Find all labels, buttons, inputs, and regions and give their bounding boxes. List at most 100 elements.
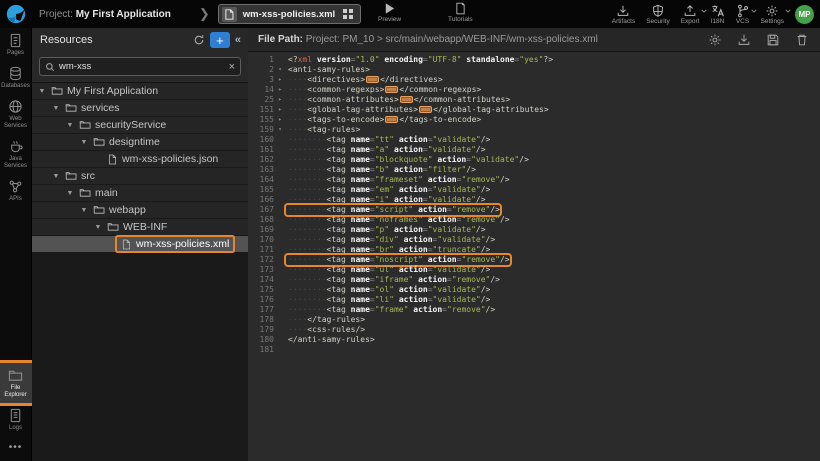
code-line-161[interactable]: 161········<tag name="a" action="validat… [248,145,820,155]
topbar-action-settings[interactable]: Settings [761,4,785,25]
play-icon [383,2,396,15]
expand-arrow-icon[interactable]: ▼ [79,207,89,214]
sidebar-item-apis[interactable]: APIs [0,174,32,207]
code-line-181[interactable]: 181 [248,345,820,355]
fold-gutter-icon[interactable]: ▾ [274,125,286,135]
code-line-25[interactable]: 25▸····<common-attributes></common-attri… [248,95,820,105]
tab-grid-icon[interactable] [343,9,353,19]
code-text: ····<common-regexps></common-regexps> [286,85,481,95]
sidebar-item-pages[interactable]: Pages [0,28,32,61]
code-line-3[interactable]: 3▸····<directives></directives> [248,75,820,85]
code-line-173[interactable]: 173········<tag name="ul" action="valida… [248,265,820,275]
code-line-14[interactable]: 14▸····<common-regexps></common-regexps> [248,85,820,95]
tree-item-securityservice[interactable]: ▼ securityService [32,117,248,134]
code-line-168[interactable]: 168········<tag name="noframes" action="… [248,215,820,225]
expand-arrow-icon[interactable]: ▼ [65,122,75,129]
topbar-action-tutorials[interactable]: Tutorials [448,2,473,23]
tree-item-wm-xss-policies-xml[interactable]: wm-xss-policies.xml [32,236,248,253]
sidebar-item-web-services[interactable]: Web Services [0,94,32,134]
tree-item-my-first-application[interactable]: ▼ My First Application [32,83,248,100]
code-line-177[interactable]: 177········<tag name="frame" action="rem… [248,305,820,315]
tree-item-src[interactable]: ▼ src [32,168,248,185]
code-line-175[interactable]: 175········<tag name="ol" action="valida… [248,285,820,295]
clear-search-icon[interactable]: × [229,61,235,73]
fold-widget[interactable] [419,106,432,113]
sidebar-item-java-services[interactable]: Java Services [0,134,32,174]
code-text: ········<tag name="em" action="validate"… [286,185,490,195]
code-line-164[interactable]: 164········<tag name="frameset" action="… [248,175,820,185]
topbar-action-security[interactable]: Security [646,4,669,25]
tree-item-services[interactable]: ▼ services [32,100,248,117]
collapse-panel-icon[interactable]: « [232,34,244,46]
code-line-165[interactable]: 165········<tag name="em" action="valida… [248,185,820,195]
download-icon[interactable] [736,32,752,48]
code-line-171[interactable]: 171········<tag name="br" action="trunca… [248,245,820,255]
delete-trash-icon[interactable] [794,32,810,48]
fold-gutter-icon[interactable]: ▸ [274,95,286,105]
code-line-170[interactable]: 170········<tag name="div" action="valid… [248,235,820,245]
code-line-166[interactable]: 166········<tag name="i" action="validat… [248,195,820,205]
fold-widget[interactable] [385,86,398,93]
fold-gutter-icon[interactable]: ▸ [274,115,286,125]
app-logo-icon[interactable] [5,3,27,25]
fold-gutter [274,305,286,315]
tree-item-main[interactable]: ▼ main [32,185,248,202]
fold-gutter-icon[interactable]: ▾ [274,65,286,75]
topbar-action-vcs[interactable]: VCS [736,4,750,25]
fold-gutter-icon[interactable]: ▸ [274,105,286,115]
user-avatar[interactable]: MP [795,5,814,24]
search-input[interactable] [59,61,229,72]
tree-item-webapp[interactable]: ▼ webapp [32,202,248,219]
topbar-action-artifacts[interactable]: Artifacts [612,4,635,25]
code-line-159[interactable]: 159▾····<tag-rules> [248,125,820,135]
code-line-174[interactable]: 174········<tag name="iframe" action="re… [248,275,820,285]
code-line-160[interactable]: 160········<tag name="tt" action="valida… [248,135,820,145]
save-icon[interactable] [765,32,781,48]
fold-widget[interactable] [385,116,398,123]
code-line-1[interactable]: 1<?xml version="1.0" encoding="UTF-8" st… [248,55,820,65]
line-number: 178 [248,315,274,325]
fold-widget[interactable] [366,76,379,83]
code-text: ········<tag name="noscript" action="rem… [286,255,510,265]
fold-gutter-icon[interactable]: ▸ [274,75,286,85]
expand-arrow-icon[interactable]: ▼ [65,190,75,197]
code-line-176[interactable]: 176········<tag name="li" action="valida… [248,295,820,305]
code-line-179[interactable]: 179····<css-rules/> [248,325,820,335]
code-line-162[interactable]: 162········<tag name="blockquote" action… [248,155,820,165]
fold-widget[interactable] [400,96,413,103]
code-line-169[interactable]: 169········<tag name="p" action="validat… [248,225,820,235]
code-line-172[interactable]: 172········<tag name="noscript" action="… [248,255,820,265]
tree-item-designtime[interactable]: ▼ designtime [32,134,248,151]
project-breadcrumb[interactable]: Project: My First Application [39,9,171,20]
tree-item-web-inf[interactable]: ▼ WEB-INF [32,219,248,236]
sidebar-item-databases[interactable]: Databases [0,61,32,94]
expand-arrow-icon[interactable]: ▼ [79,139,89,146]
expand-arrow-icon[interactable]: ▼ [51,105,61,112]
add-resource-button[interactable]: + [210,32,230,48]
sidebar-item-file-explorer[interactable]: File Explorer [0,363,32,403]
expand-arrow-icon[interactable]: ▼ [93,224,103,231]
code-line-155[interactable]: 155▸····<tags-to-encode></tags-to-encode… [248,115,820,125]
code-line-178[interactable]: 178····</tag-rules> [248,315,820,325]
code-editor[interactable]: 1<?xml version="1.0" encoding="UTF-8" st… [248,52,820,355]
tab-wm-xss-policies[interactable]: wm-xss-policies.xml [218,4,361,24]
code-text: ········<tag name="a" action="validate"/… [286,145,486,155]
settings-gear-icon[interactable] [707,32,723,48]
code-line-2[interactable]: 2▾<anti-samy-rules> [248,65,820,75]
expand-arrow-icon[interactable]: ▼ [37,88,47,95]
expand-arrow-icon[interactable]: ▼ [51,173,61,180]
code-line-180[interactable]: 180</anti-samy-rules> [248,335,820,345]
line-number: 181 [248,345,274,355]
fold-gutter-icon[interactable]: ▸ [274,85,286,95]
code-line-167[interactable]: 167········<tag name="script" action="re… [248,205,820,215]
topbar-action-export[interactable]: Export [681,4,700,25]
sidebar-item-logs[interactable]: Logs [0,403,32,436]
topbar-action-preview[interactable]: Preview [378,2,401,23]
topbar-action-i18n[interactable]: I18N [711,4,725,25]
code-line-151[interactable]: 151▸····<global-tag-attributes></global-… [248,105,820,115]
tree-item-wm-xss-policies-json[interactable]: wm-xss-policies.json [32,151,248,168]
code-line-163[interactable]: 163········<tag name="b" action="filter"… [248,165,820,175]
refresh-icon[interactable] [190,31,208,49]
search-box[interactable]: × [39,57,241,76]
sidebar-more-icon[interactable]: ••• [9,436,23,461]
